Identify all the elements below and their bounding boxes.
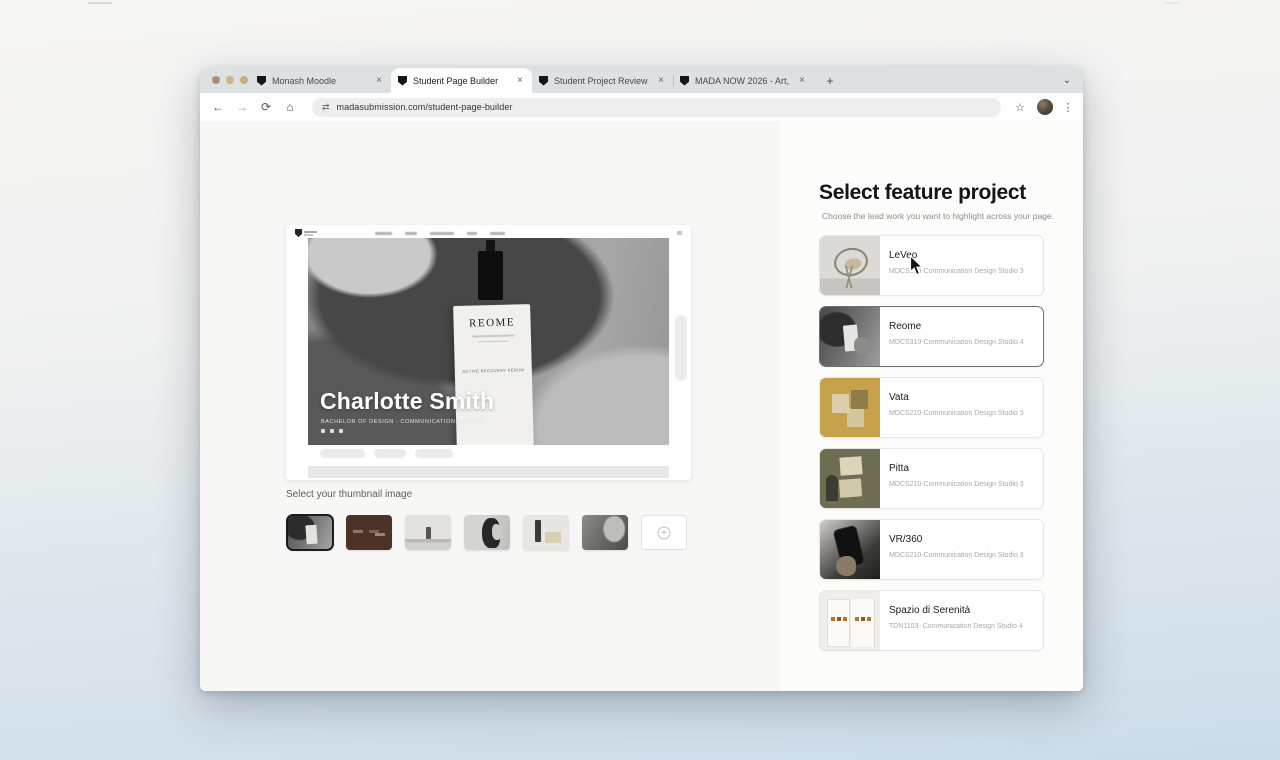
reload-icon[interactable]: ⟳	[256, 97, 276, 117]
tabs-container: Monash Moodle × Student Page Builder × S…	[250, 68, 814, 93]
monash-shield-icon	[295, 229, 302, 237]
tab-title: Student Project Review	[554, 75, 648, 86]
plus-icon: +	[657, 526, 671, 539]
bottle-cap-body	[478, 251, 503, 300]
thumbnail-option[interactable]	[582, 515, 628, 550]
page-preview-card: REOME ACTIVE RECOVERY SERUM Charlotte Sm…	[286, 225, 691, 480]
product-brand-label: REOME	[468, 316, 516, 330]
project-thumbnail	[820, 378, 880, 437]
new-tab-button[interactable]: +	[820, 71, 840, 91]
project-thumbnail	[820, 591, 880, 650]
project-name: Reome	[889, 321, 922, 332]
browser-tab[interactable]: Monash Moodle ×	[250, 68, 391, 93]
browser-tab[interactable]: Student Project Review ×	[532, 68, 673, 93]
preview-tag-pills	[320, 449, 453, 458]
add-thumbnail-button[interactable]: +	[641, 515, 687, 550]
preview-site-nav	[375, 231, 505, 235]
project-card[interactable]: LeVeo MDCS210-Communication Design Studi…	[819, 235, 1044, 296]
thumbnail-strip: +	[286, 514, 687, 551]
forward-icon[interactable]: →	[232, 97, 252, 117]
panel-subtitle: Choose the lead work you want to highlig…	[822, 211, 1054, 221]
preview-scrollbar-thumb[interactable]	[675, 315, 687, 381]
browser-tab[interactable]: MADA NOW 2026 - Art, Desi ×	[673, 68, 814, 93]
tab-search-chevron-icon[interactable]: ⌄	[1059, 72, 1075, 88]
url-text[interactable]: madasubmission.com/student-page-builder	[337, 102, 513, 112]
preview-site-logo	[295, 229, 317, 237]
site-settings-icon[interactable]: ⇄	[322, 102, 330, 113]
hero-image: REOME ACTIVE RECOVERY SERUM Charlotte Sm…	[308, 238, 669, 445]
monash-favicon-icon	[680, 75, 689, 86]
student-degree-subtitle: BACHELOR OF DESIGN · COMMUNICATION DESIG…	[321, 419, 483, 425]
project-card[interactable]: Vata MDCS210-Communication Design Studio…	[819, 377, 1044, 438]
project-card[interactable]: Reome MDCS310-Communication Design Studi…	[819, 306, 1044, 367]
mouse-cursor	[909, 255, 924, 276]
project-thumbnail	[820, 307, 880, 366]
project-course: TDN1103- Communication Design Studio 4	[889, 623, 1023, 630]
tab-close-icon[interactable]: ×	[515, 75, 525, 86]
project-card[interactable]: VR/360 MDCS210-Communication Design Stud…	[819, 519, 1044, 580]
tab-title: Monash Moodle	[272, 75, 337, 86]
thumbnail-option[interactable]	[405, 515, 451, 550]
project-thumbnail	[820, 449, 880, 508]
minimize-window-button[interactable]	[226, 76, 234, 84]
tab-close-icon[interactable]: ×	[374, 75, 384, 86]
preview-content-bar	[308, 466, 669, 478]
project-course: MDCS210-Communication Design Studio 3	[889, 410, 1024, 417]
tab-close-icon[interactable]: ×	[656, 75, 666, 86]
zoom-window-button[interactable]	[240, 76, 248, 84]
project-name: VR/360	[889, 534, 923, 545]
background-mark	[88, 2, 112, 4]
preview-site-header	[286, 225, 691, 238]
project-name: Vata	[889, 392, 909, 403]
address-bar[interactable]: ⇄ madasubmission.com/student-page-builde…	[312, 97, 1001, 117]
project-thumbnail	[820, 236, 880, 295]
student-name-title: Charlotte Smith	[320, 388, 495, 414]
bookmark-star-icon[interactable]: ☆	[1011, 101, 1029, 114]
thumbnail-option[interactable]	[346, 515, 392, 550]
tab-close-icon[interactable]: ×	[797, 75, 807, 86]
project-card[interactable]: Pitta MDCS210-Communication Design Studi…	[819, 448, 1044, 509]
back-icon[interactable]: ←	[208, 97, 228, 117]
close-window-button[interactable]	[212, 76, 220, 84]
profile-avatar[interactable]	[1037, 99, 1053, 115]
page-content: REOME ACTIVE RECOVERY SERUM Charlotte Sm…	[200, 121, 1083, 691]
preview-site-menu-icon	[677, 231, 682, 235]
browser-window: Monash Moodle × Student Page Builder × S…	[200, 68, 1083, 691]
project-course: MDCS310-Communication Design Studio 4	[889, 339, 1024, 346]
background-mark	[1164, 2, 1180, 4]
thumbnail-option[interactable]	[523, 515, 569, 550]
thumbnail-section-label: Select your thumbnail image	[286, 489, 413, 500]
project-name: Spazio di Serenità	[889, 605, 971, 616]
browser-toolbar: ← → ⟳ ⌂ ⇄ madasubmission.com/student-pag…	[200, 93, 1083, 121]
browser-tab-bar: Monash Moodle × Student Page Builder × S…	[200, 68, 1083, 93]
project-name: Pitta	[889, 463, 910, 474]
project-list: LeVeo MDCS210-Communication Design Studi…	[819, 235, 1044, 651]
window-controls[interactable]	[212, 76, 248, 84]
browser-menu-icon[interactable]: ⋮	[1061, 101, 1075, 114]
desktop-background: Monash Moodle × Student Page Builder × S…	[0, 0, 1280, 760]
project-card[interactable]: Spazio di Serenità TDN1103- Communicatio…	[819, 590, 1044, 651]
project-thumbnail	[820, 520, 880, 579]
thumbnail-option[interactable]	[286, 514, 334, 551]
monash-favicon-icon	[398, 75, 407, 86]
project-course: MDCS210-Communication Design Studio 3	[889, 481, 1024, 488]
home-icon[interactable]: ⌂	[280, 97, 300, 117]
tab-title: Student Page Builder	[413, 75, 499, 86]
panel-title: Select feature project	[819, 181, 1026, 204]
browser-tab[interactable]: Student Page Builder ×	[391, 68, 532, 93]
social-icons	[321, 429, 343, 433]
monash-favicon-icon	[257, 75, 266, 86]
thumbnail-option[interactable]	[464, 515, 510, 550]
monash-favicon-icon	[539, 75, 548, 86]
product-microtext: ACTIVE RECOVERY SERUM	[462, 367, 525, 374]
tab-title: MADA NOW 2026 - Art, Desi	[695, 75, 791, 86]
project-course: MDCS210-Communication Design Studio 3	[889, 552, 1024, 559]
